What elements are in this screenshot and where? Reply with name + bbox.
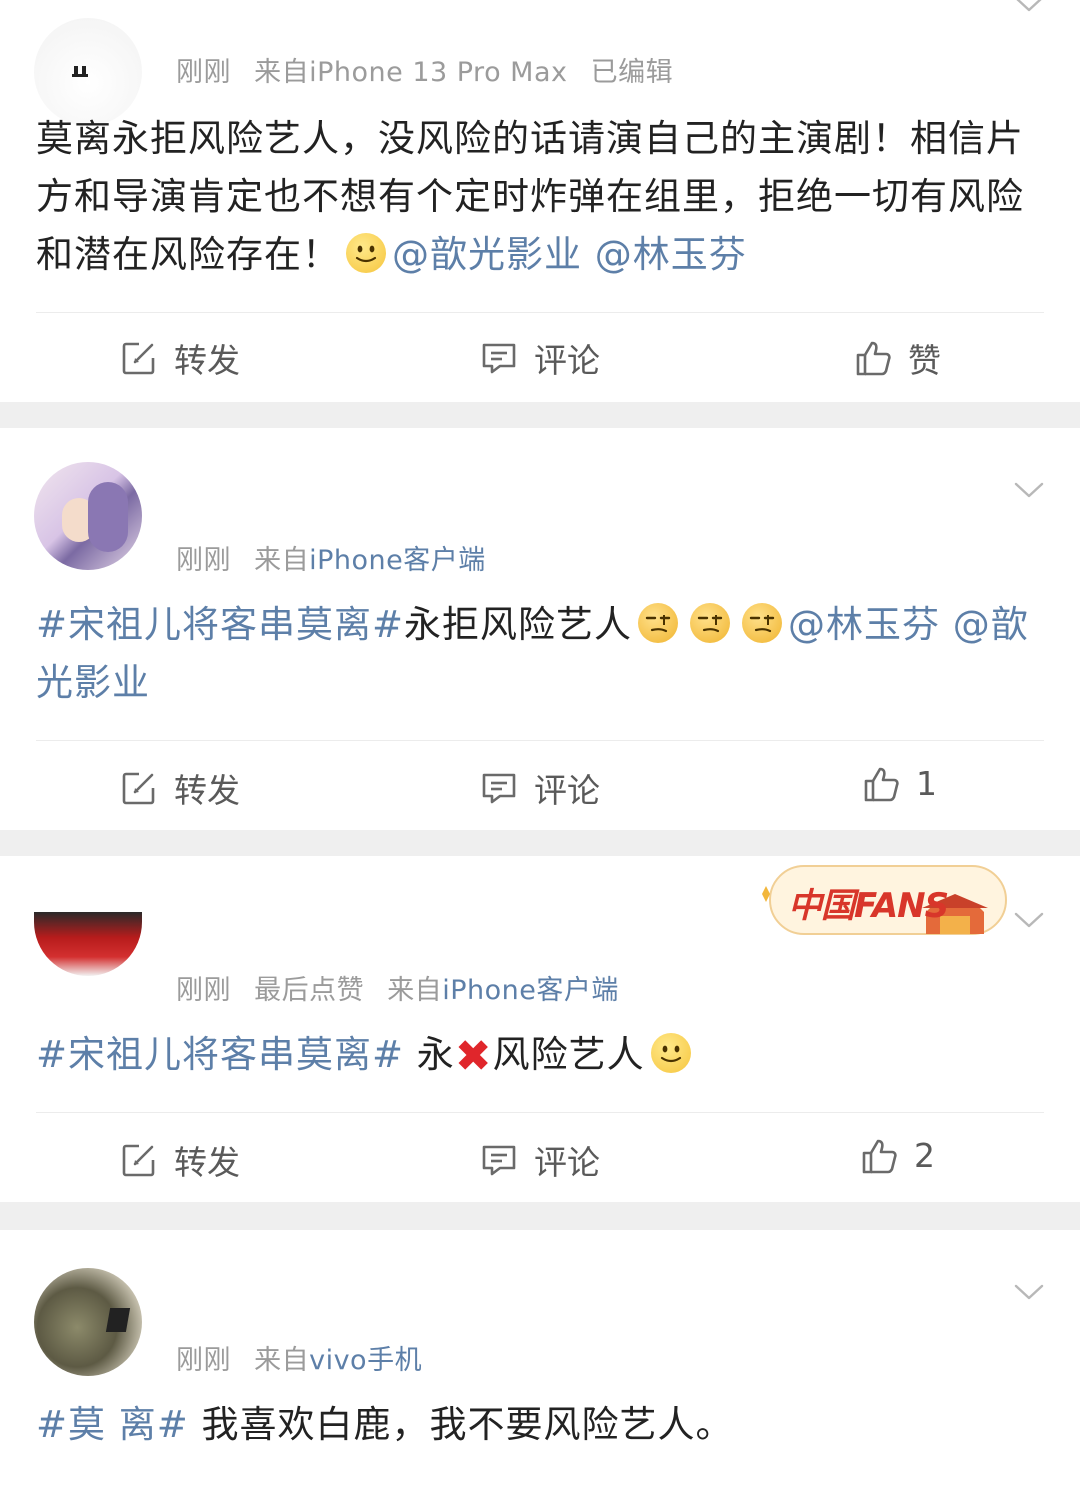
post-card: 刚刚 来自iPhone客户端 #宋祖儿将客串莫离#永拒风险艺人 @林玉芬 @歆光影… (0, 428, 1080, 830)
post-body: 风险艺人 (492, 1033, 645, 1076)
hashtag-link[interactable]: #宋祖儿将客串莫离# (36, 1033, 404, 1076)
repost-button[interactable]: 转发 (120, 1136, 240, 1184)
mention-link[interactable]: @歆光影业 (392, 233, 582, 276)
post-meta: 刚刚 来自iPhone 13 Pro Max 已编辑 (176, 50, 687, 89)
source-prefix: 来自 (254, 57, 310, 88)
post-text: #宋祖儿将客串莫离# 永✖风险艺人 (36, 1026, 1046, 1086)
post-time: 刚刚 (176, 975, 231, 1006)
mention-link[interactable]: @林玉芬 (788, 603, 940, 646)
comment-button[interactable]: 评论 (480, 764, 600, 812)
like-button[interactable]: 1 (862, 764, 937, 803)
source-prefix: 来自 (254, 545, 310, 576)
thumbs-up-icon (862, 765, 900, 803)
post-body: 永 (416, 1033, 455, 1076)
smirk-emoji-icon (742, 603, 783, 643)
smirk-emoji-icon (690, 603, 731, 643)
source-prefix: 来自 (254, 1345, 310, 1376)
post-card: 刚刚 来自iPhone 13 Pro Max 已编辑 莫离永拒风险艺人，没风险的… (0, 0, 1080, 402)
repost-button[interactable]: 转发 (120, 764, 240, 812)
edited-label: 已编辑 (590, 57, 674, 88)
chevron-down-icon[interactable] (1014, 910, 1044, 930)
chevron-down-icon[interactable] (1014, 480, 1044, 500)
last-liked-label: 最后点赞 (254, 975, 365, 1006)
divider (36, 740, 1044, 741)
post-text: #宋祖儿将客串莫离#永拒风险艺人 @林玉芬 @歆光影业 (36, 596, 1046, 712)
divider (36, 312, 1044, 313)
smile-emoji-icon (346, 233, 386, 273)
chevron-down-icon[interactable] (1014, 0, 1044, 14)
source-prefix: 来自 (387, 975, 443, 1006)
source-device: iPhone客户端 (309, 545, 486, 576)
edit-square-icon (120, 769, 158, 807)
source-device: iPhone 13 Pro Max (309, 57, 568, 88)
post-card: 中国FANS 刚刚 最后点赞 来自iPhone客户端 #宋祖儿将客串莫离# 永✖… (0, 856, 1080, 1202)
post-source[interactable]: 来自iPhone 13 Pro Max (254, 57, 567, 88)
thumbs-up-icon (860, 1137, 898, 1175)
chevron-down-icon[interactable] (1014, 1282, 1044, 1302)
smirk-emoji-icon (638, 603, 679, 643)
post-body: 我喜欢白鹿，我不要风险艺人。 (201, 1403, 734, 1446)
like-count: 2 (914, 1136, 935, 1175)
repost-label: 转发 (174, 341, 240, 380)
post-time: 刚刚 (176, 545, 231, 576)
comment-bubble-icon (480, 339, 518, 377)
comment-bubble-icon (480, 1141, 518, 1179)
comment-bubble-icon (480, 769, 518, 807)
comment-button[interactable]: 评论 (480, 334, 600, 382)
post-source[interactable]: 来自iPhone客户端 (254, 545, 486, 576)
source-device: vivo手机 (309, 1345, 423, 1376)
edit-square-icon (120, 1141, 158, 1179)
edit-square-icon (120, 339, 158, 377)
mention-link[interactable]: @林玉芬 (595, 233, 747, 276)
comment-label: 评论 (534, 1143, 600, 1182)
hashtag-link[interactable]: #莫 离# (36, 1403, 189, 1446)
like-label: 赞 (908, 341, 941, 380)
post-text: 莫离永拒风险艺人，没风险的话请演自己的主演剧！相信片方和导演肯定也不想有个定时炸… (36, 110, 1046, 284)
post-body: 永拒风险艺人 (404, 603, 633, 646)
post-time: 刚刚 (176, 1345, 231, 1376)
avatar[interactable] (34, 462, 142, 570)
repost-button[interactable]: 转发 (120, 334, 240, 382)
repost-label: 转发 (174, 1143, 240, 1182)
post-card: 刚刚 来自vivo手机 #莫 离# 我喜欢白鹿，我不要风险艺人。 (0, 1230, 1080, 1489)
red-cross-icon: ✖ (454, 1031, 493, 1082)
thumbs-up-icon (854, 339, 892, 377)
hashtag-link[interactable]: #宋祖儿将客串莫离# (36, 603, 404, 646)
repost-label: 转发 (174, 771, 240, 810)
post-meta: 刚刚 来自vivo手机 (176, 1338, 436, 1377)
like-button[interactable]: 2 (860, 1136, 935, 1175)
post-source[interactable]: 来自vivo手机 (254, 1345, 422, 1376)
avatar[interactable] (34, 1268, 142, 1376)
fans-badge[interactable]: 中国FANS (756, 860, 1010, 938)
comment-button[interactable]: 评论 (480, 1136, 600, 1184)
divider (36, 1112, 1044, 1113)
like-count: 1 (916, 764, 937, 803)
avatar[interactable] (34, 912, 142, 976)
post-meta: 刚刚 来自iPhone客户端 (176, 538, 500, 577)
post-text: #莫 离# 我喜欢白鹿，我不要风险艺人。 (36, 1396, 1046, 1454)
post-time: 刚刚 (176, 57, 231, 88)
like-button[interactable]: 赞 (854, 334, 941, 382)
smile-emoji-icon (650, 1033, 691, 1073)
post-meta: 刚刚 最后点赞 来自iPhone客户端 (176, 968, 633, 1007)
post-source[interactable]: 来自iPhone客户端 (387, 975, 619, 1006)
comment-label: 评论 (534, 771, 600, 810)
badge-label: 中国FANS (788, 886, 949, 926)
source-device: iPhone客户端 (442, 975, 619, 1006)
comment-label: 评论 (534, 341, 600, 380)
